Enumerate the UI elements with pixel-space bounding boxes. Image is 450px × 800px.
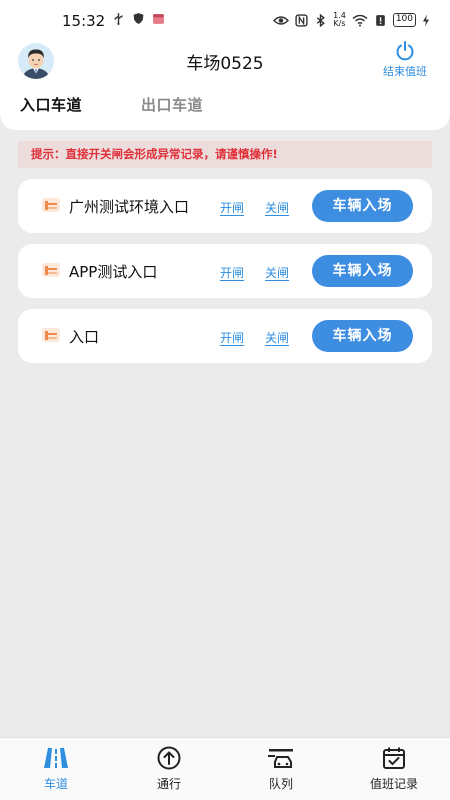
battery-indicator: 100: [392, 13, 416, 27]
open-gate-link[interactable]: 开闸: [220, 329, 244, 346]
status-bar: 15:32 1.4 K/s 100: [0, 0, 450, 40]
status-system-icons: 1.4 K/s 100: [273, 12, 430, 28]
charging-icon: [423, 14, 429, 26]
sim-alert-icon: [375, 14, 385, 26]
nav-label: 队列: [268, 777, 293, 791]
app-header: 车场0525 结束值班: [0, 40, 450, 82]
road-icon: [44, 748, 68, 768]
lane-name: 广州测试环境入口: [69, 198, 190, 216]
lane-name: 入口: [69, 328, 100, 346]
open-gate-link[interactable]: 开闸: [220, 199, 244, 216]
gate-icon: [42, 263, 60, 277]
end-shift-label: 结束值班: [383, 65, 427, 78]
close-gate-link[interactable]: 关闸: [265, 329, 289, 346]
power-icon: [396, 41, 414, 61]
tab-entry-lanes[interactable]: 入口车道: [20, 94, 82, 115]
close-gate-link[interactable]: 关闸: [265, 264, 289, 281]
end-shift-button[interactable]: 结束值班: [378, 40, 432, 79]
lane-card: 广州测试环境入口 开闸 关闸 车辆入场: [18, 179, 432, 233]
bottom-nav: 车道 通行 队列 值班记录: [0, 737, 450, 800]
nav-item-lanes[interactable]: 车道: [11, 746, 101, 792]
nav-label: 车道: [43, 777, 68, 791]
nav-item-queue[interactable]: 队列: [236, 746, 326, 792]
eye-icon: [273, 15, 290, 25]
nav-label: 通行: [156, 777, 181, 791]
usb-icon: [114, 13, 123, 25]
app-notification-icon: [153, 14, 164, 24]
nav-label: 值班记录: [369, 777, 418, 791]
close-gate-link[interactable]: 关闸: [265, 199, 289, 216]
vehicle-entry-button[interactable]: 车辆入场: [312, 190, 413, 222]
network-speed: 1.4 K/s: [333, 11, 346, 28]
shield-icon: [133, 13, 144, 24]
gate-icon: [42, 328, 60, 342]
lane-name: APP测试入口: [69, 263, 158, 281]
gate-icon: [42, 198, 60, 212]
lane-card: 入口 开闸 关闸 车辆入场: [18, 309, 432, 363]
status-notification-icons: [112, 12, 165, 25]
wifi-icon: [352, 14, 368, 26]
lane-tabs: 入口车道 出口车道: [0, 94, 450, 124]
status-time: 15:32: [62, 12, 106, 30]
warning-banner: 提示：直接开关闸会形成异常记录，请谨慎操作!: [18, 141, 432, 168]
arrow-up-circle-icon: [157, 746, 181, 770]
vehicle-entry-button[interactable]: 车辆入场: [312, 320, 413, 352]
car-queue-icon: [268, 749, 293, 768]
nav-item-pass[interactable]: 通行: [124, 746, 214, 792]
tab-exit-lanes[interactable]: 出口车道: [141, 94, 203, 115]
top-panel: 15:32 1.4 K/s 100 车场0525 结束值班 入口车道 出口车道: [0, 0, 450, 130]
nav-item-shift-records[interactable]: 值班记录: [349, 746, 439, 792]
bluetooth-icon: [316, 13, 325, 27]
lane-card: APP测试入口 开闸 关闸 车辆入场: [18, 244, 432, 298]
nfc-icon: [295, 13, 308, 27]
calendar-check-icon: [383, 747, 405, 769]
open-gate-link[interactable]: 开闸: [220, 264, 244, 281]
vehicle-entry-button[interactable]: 车辆入场: [312, 255, 413, 287]
